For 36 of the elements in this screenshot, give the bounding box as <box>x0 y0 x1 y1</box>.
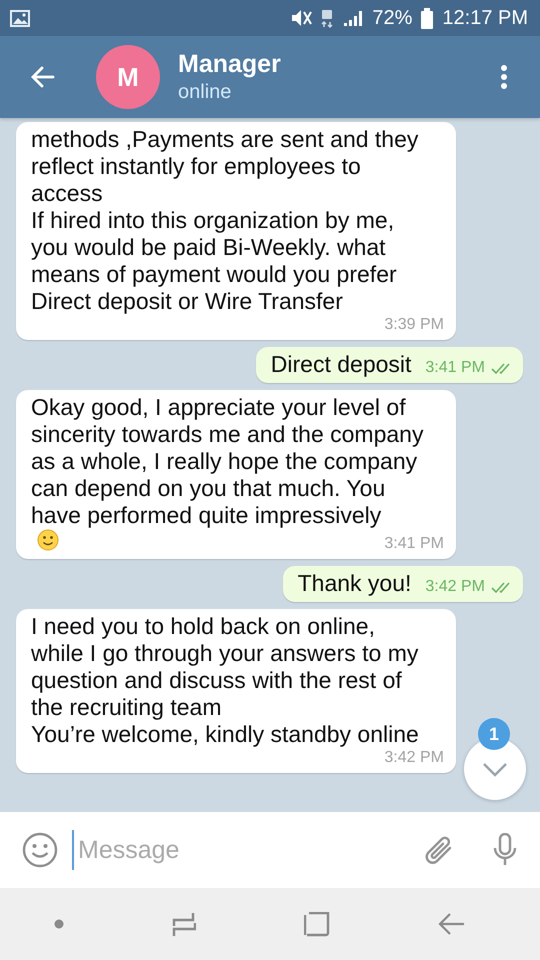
home-icon <box>304 912 330 936</box>
dot-button[interactable] <box>54 919 64 929</box>
unread-count-badge: 1 <box>478 718 510 750</box>
message-text: Direct deposit <box>270 351 412 378</box>
back-nav-button[interactable] <box>438 912 466 936</box>
recent-apps-button[interactable] <box>172 912 196 936</box>
avatar[interactable]: M <box>96 45 160 109</box>
chat-title: Manager <box>178 49 282 79</box>
message-text: I need you to hold back on online, while I go through your answers to my question and discuss with the rest of the recruiting team You’re welcome, kindly standby online <box>31 613 419 748</box>
message-text: Thank you! <box>298 570 412 597</box>
back-arrow-icon <box>29 64 55 90</box>
microphone-button[interactable] <box>492 833 518 867</box>
clock-time: 12:17 PM <box>442 6 528 30</box>
message-time: 3:41 PM <box>425 358 485 378</box>
home-button[interactable] <box>304 912 330 936</box>
battery-icon <box>420 8 434 28</box>
dot-icon <box>54 919 64 929</box>
message-time: 3:39 PM <box>384 315 444 335</box>
message-time: 3:42 PM <box>384 748 444 768</box>
battery-level: 72% <box>372 6 412 30</box>
microphone-icon <box>492 833 518 867</box>
message-input[interactable]: Message <box>72 830 410 870</box>
network-icon <box>320 8 334 28</box>
message-time: 3:41 PM <box>384 534 444 554</box>
contact-status: online <box>178 80 232 105</box>
signal-icon <box>342 8 364 28</box>
image-icon <box>10 8 30 28</box>
message-text: methods ,Payments are sent and they reflect instantly for employees to access If hired into this organization by me, you would be paid Bi-Weekly. what means of payment would you prefer Direct deposit or Wire Transfer <box>31 126 418 315</box>
recent-apps-icon <box>172 912 196 936</box>
chevron-down-icon <box>482 760 508 778</box>
emoji-button[interactable] <box>22 832 58 868</box>
smiley-icon <box>22 832 58 868</box>
message-text: Okay good, I appreciate your level of sincerity towards me and the company as a whole, I really hope the company can depend on you that much. You have performed quite impressively <box>31 394 424 529</box>
more-icon <box>500 64 508 90</box>
back-icon <box>438 912 466 936</box>
message-time: 3:42 PM <box>425 577 485 597</box>
